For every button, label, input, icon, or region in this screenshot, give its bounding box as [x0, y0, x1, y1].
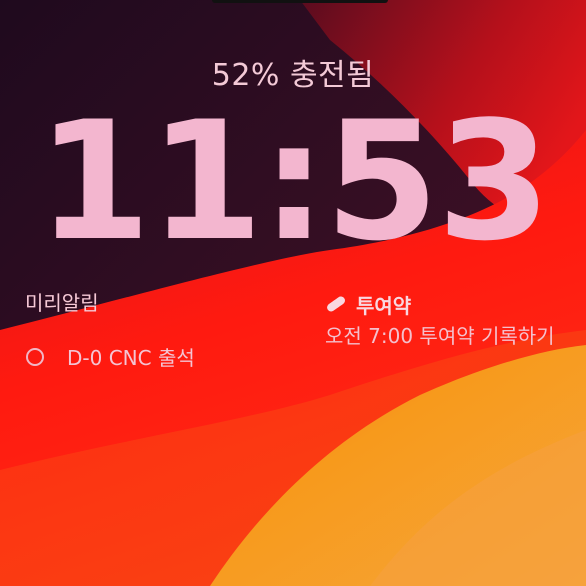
- reminder-checkbox-icon[interactable]: [26, 347, 44, 366]
- medication-widget-title: 투여약: [356, 294, 412, 318]
- reminders-widget[interactable]: 미리알림 D-0 CNC 출석: [25, 287, 285, 371]
- lock-screen: 52% 충전됨 11:53 미리알림 D-0 CNC 출석 투여약 오전 7:0…: [0, 0, 586, 586]
- reminder-item[interactable]: D-0 CNC 출석: [25, 342, 285, 371]
- medication-widget-body: 오전 7:00 투여약 기록하기: [325, 324, 555, 348]
- lock-screen-clock: 11:53: [36, 86, 551, 277]
- reminders-widget-title: 미리알림: [25, 291, 99, 315]
- reminder-item-label: D-0 CNC 출석: [67, 346, 195, 370]
- status-notch: [212, 0, 388, 3]
- pill-icon: [325, 293, 347, 317]
- medication-widget[interactable]: 투여약 오전 7:00 투여약 기록하기: [325, 290, 585, 350]
- medication-widget-header: 투여약: [325, 290, 585, 319]
